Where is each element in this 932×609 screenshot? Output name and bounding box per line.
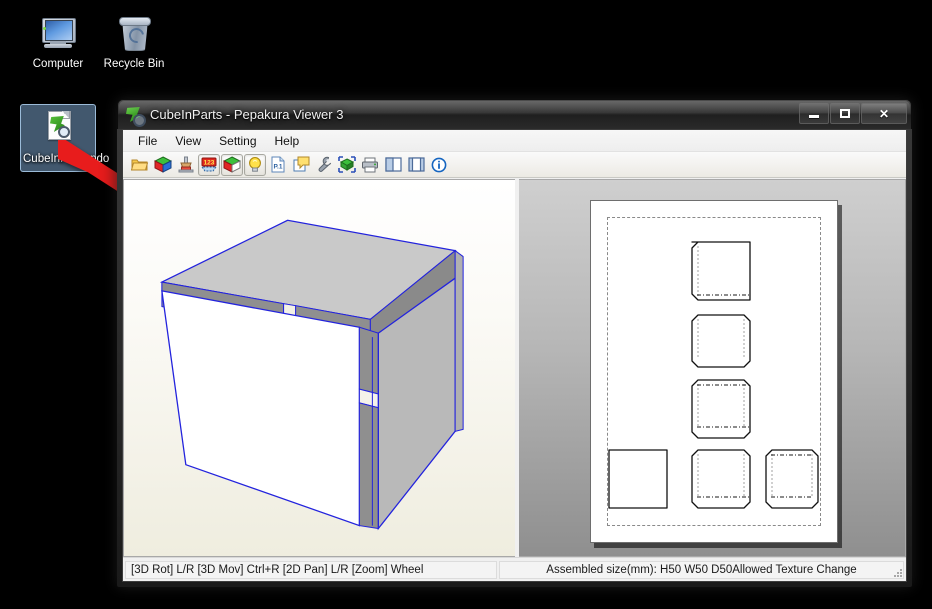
pepakura-file-icon: [36, 109, 80, 149]
about-button[interactable]: [428, 154, 450, 176]
open-file-icon: [131, 159, 149, 170]
desktop-icon-computer[interactable]: Computer: [20, 14, 96, 71]
desktop-icon-label: Recycle Bin: [103, 58, 165, 70]
menu-item-setting[interactable]: Setting: [210, 132, 265, 150]
texture-button[interactable]: [175, 154, 197, 176]
select-cube-icon: [338, 156, 356, 173]
desktop-icon-recycle-bin[interactable]: Recycle Bin: [96, 14, 172, 71]
unfold-pieces: [608, 241, 819, 509]
menu-item-help[interactable]: Help: [266, 132, 309, 150]
menu-bar: File View Setting Help: [123, 130, 906, 152]
printer-icon: [362, 157, 378, 172]
desktop-icon-label: Computer: [32, 58, 84, 70]
status-bar: [3D Rot] L/R [3D Mov] Ctrl+R [2D Pan] L/…: [123, 557, 906, 581]
window-title-bar[interactable]: CubeInParts - Pepakura Viewer 3 ✕: [117, 99, 912, 129]
svg-text:123: 123: [204, 159, 215, 166]
single-view-button[interactable]: [405, 154, 427, 176]
maximize-button[interactable]: [830, 103, 860, 124]
window-title-text: CubeInParts - Pepakura Viewer 3: [150, 107, 344, 122]
flaps-button[interactable]: [221, 153, 243, 176]
paintbrush-icon: [178, 156, 194, 173]
desktop-screen: Computer Recycle Bin CubeInParts.pdo Cub…: [0, 0, 932, 609]
status-assembled-size: Assembled size(mm): H50 W50 D50Allowed T…: [499, 560, 904, 579]
edge-id-button[interactable]: 123: [198, 153, 220, 176]
3d-model-view[interactable]: [123, 179, 515, 557]
info-icon: [431, 157, 447, 172]
pepakura-app-icon: [126, 106, 146, 127]
split-view-icon: [384, 157, 402, 172]
select-button[interactable]: [336, 154, 358, 176]
close-icon: ✕: [878, 106, 890, 121]
note-icon: [293, 156, 309, 172]
window-controls: ✕: [798, 103, 907, 124]
lightbulb-icon: [249, 157, 261, 172]
single-view-icon: [407, 157, 425, 172]
window-client-area: File View Setting Help 123 P.1 [3D Rot] …: [122, 129, 907, 582]
menu-item-view[interactable]: View: [166, 132, 210, 150]
page-setting-button[interactable]: P.1: [267, 154, 289, 176]
lighting-button[interactable]: [244, 153, 266, 176]
memo-button[interactable]: [290, 154, 312, 176]
paper-sheet: [590, 200, 838, 543]
unfold-cube-icon: [223, 156, 241, 173]
desktop-icon-cubeinparts-pdo[interactable]: CubeInParts.pdo: [20, 104, 110, 172]
minimize-button[interactable]: [799, 103, 829, 124]
split-view-button[interactable]: [382, 154, 404, 176]
numbered-edges-icon: 123: [201, 157, 217, 171]
computer-monitor-icon: [36, 14, 80, 54]
toolbar: 123 P.1: [123, 152, 906, 178]
view-panels: [123, 179, 906, 557]
print-button[interactable]: [359, 154, 381, 176]
2d-unfold-view[interactable]: [519, 179, 906, 557]
3d-model-button[interactable]: [152, 154, 174, 176]
pepakura-viewer-window: CubeInParts - Pepakura Viewer 3 ✕ File V…: [117, 99, 912, 587]
status-hint-text: [3D Rot] L/R [3D Mov] Ctrl+R [2D Pan] L/…: [125, 560, 497, 579]
menu-item-file[interactable]: File: [129, 132, 166, 150]
cube-3d-render: [159, 219, 464, 531]
recycle-bin-icon: [112, 14, 156, 54]
open-file-button[interactable]: [129, 154, 151, 176]
resize-grip[interactable]: [891, 566, 904, 579]
close-button[interactable]: ✕: [861, 103, 907, 124]
wrench-icon: [318, 156, 331, 172]
configuration-button[interactable]: [313, 154, 335, 176]
page-p1-icon: P.1: [271, 156, 285, 173]
color-cube-icon: [154, 156, 172, 173]
desktop-icon-label: CubeInParts.pdo: [23, 153, 110, 165]
svg-text:P.1: P.1: [274, 164, 283, 171]
